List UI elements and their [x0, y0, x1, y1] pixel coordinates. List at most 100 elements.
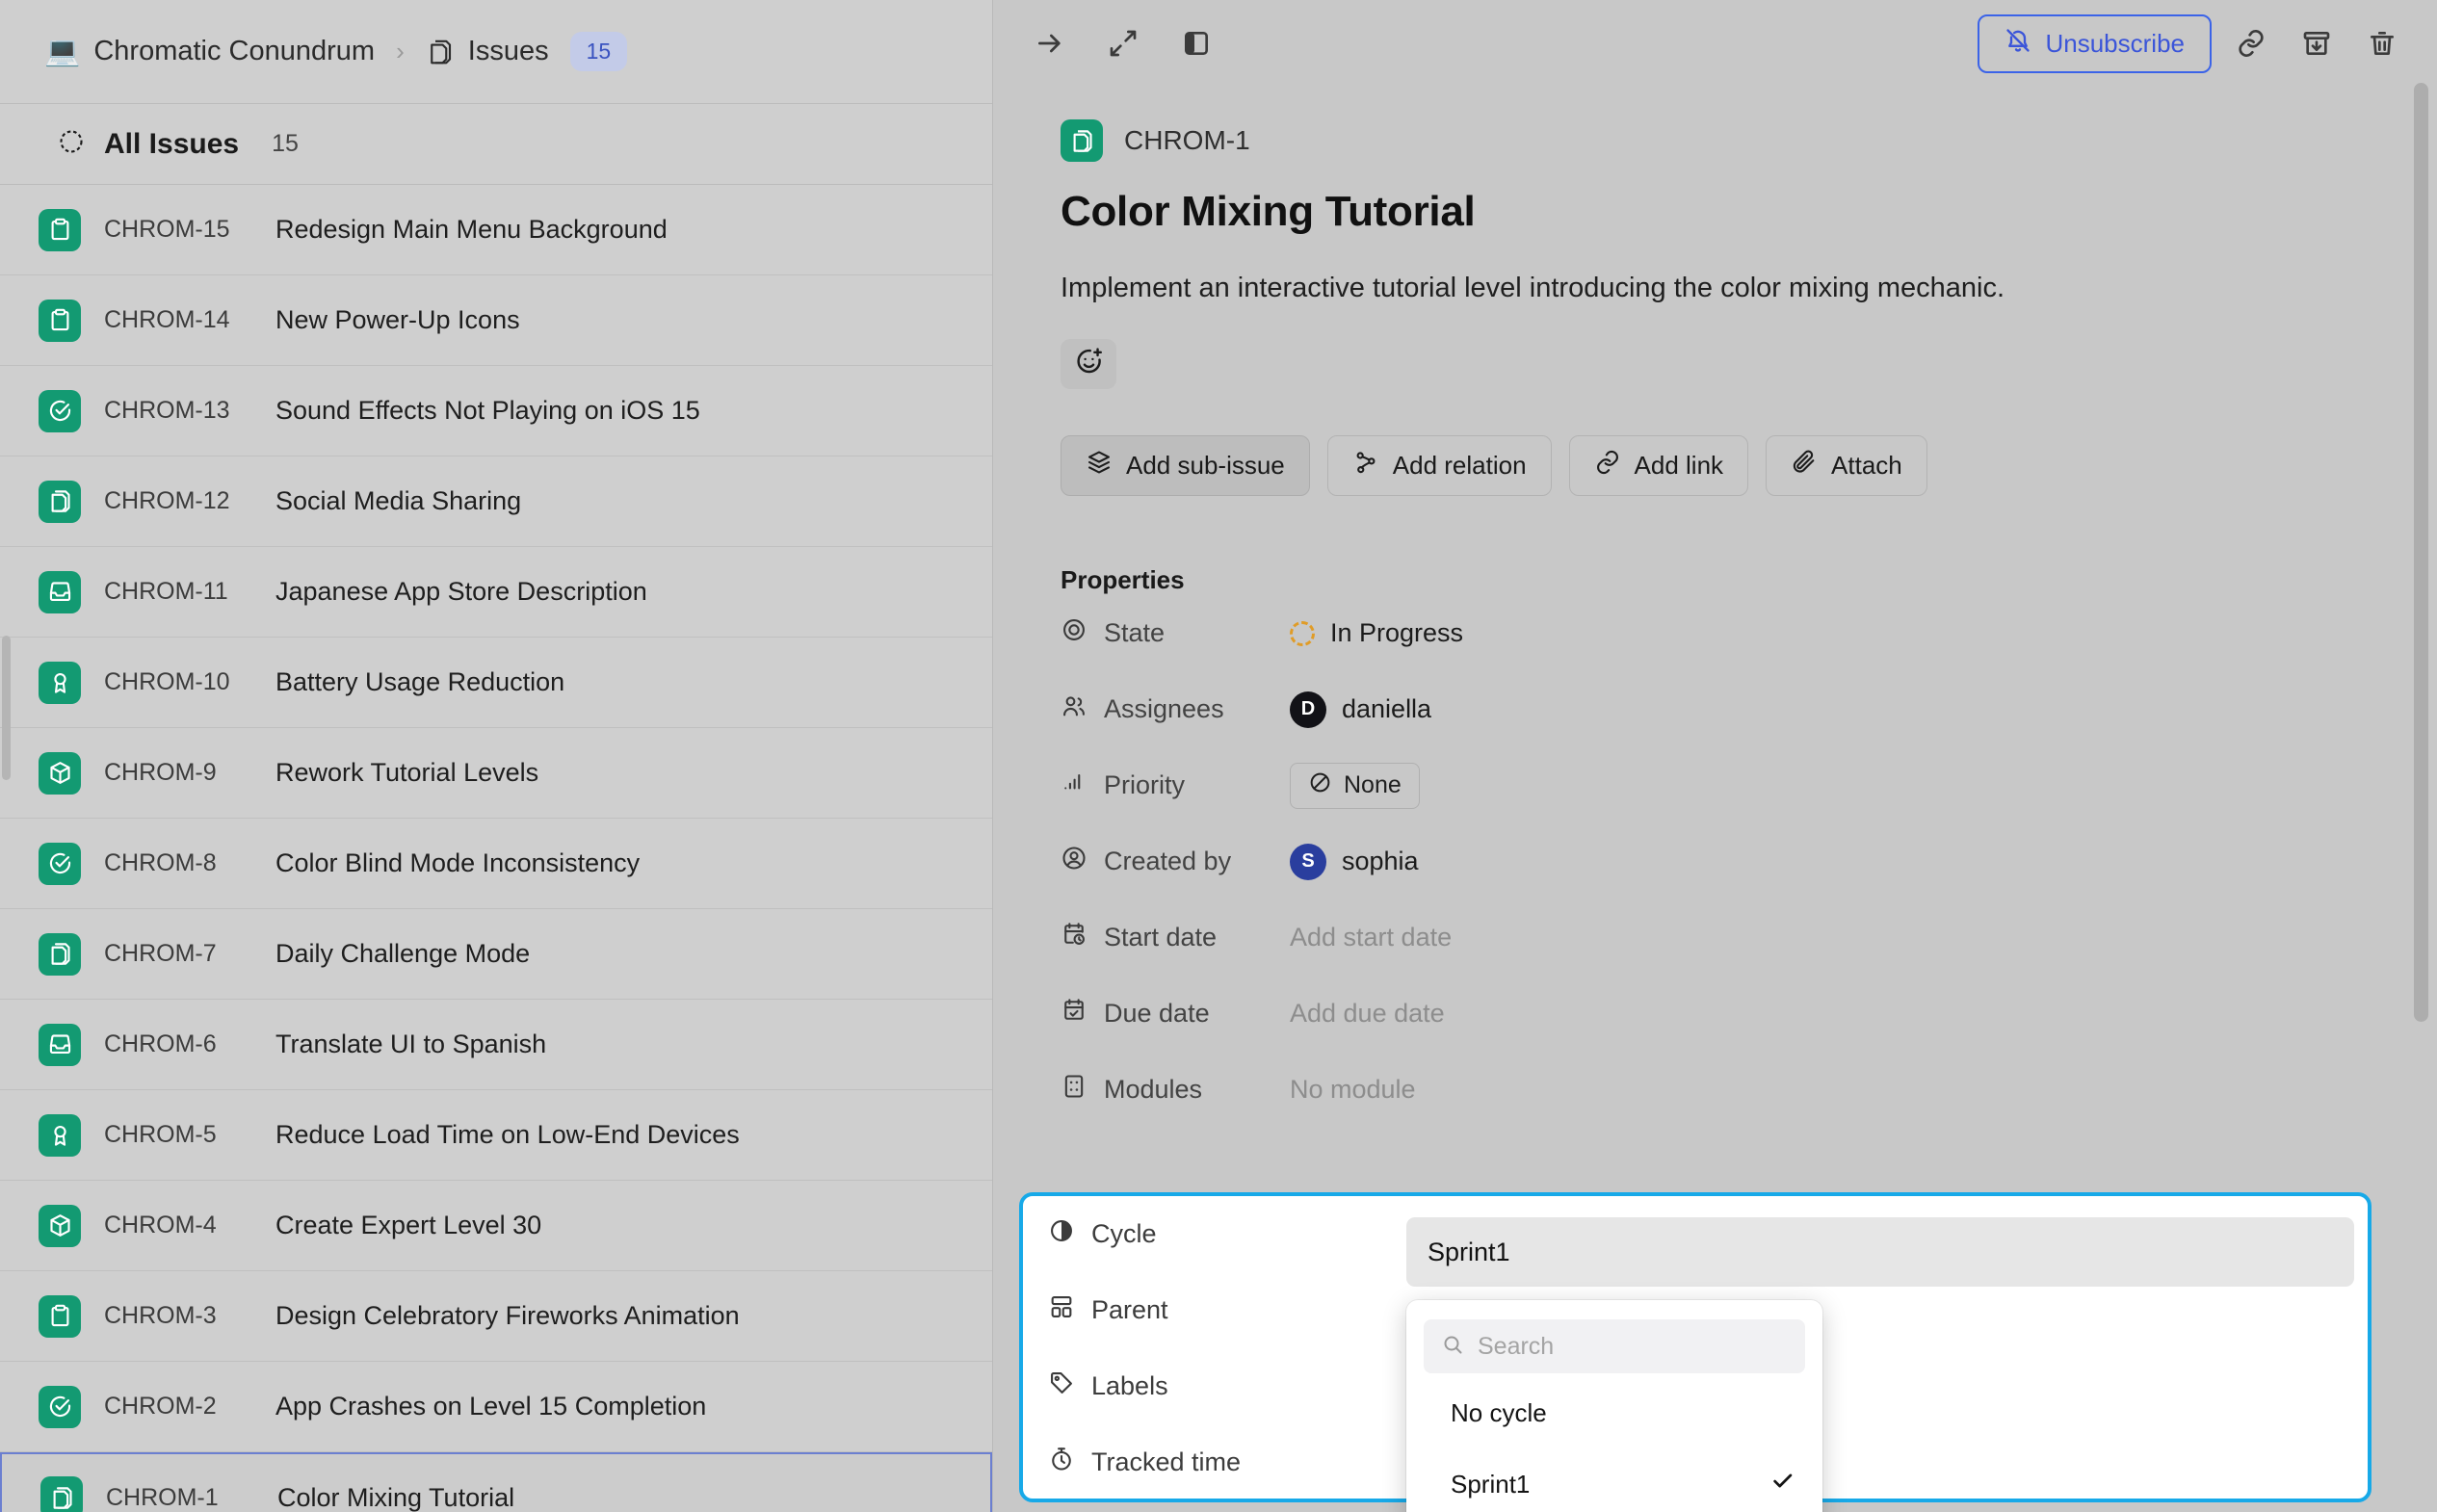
created by-value[interactable]: Ssophia: [1290, 843, 1419, 880]
issue-rows-container: CHROM-15 Redesign Main Menu Background CHR…: [0, 185, 992, 1512]
list-item[interactable]: CHROM-4 Create Expert Level 30: [0, 1181, 992, 1271]
issue-key: CHROM-9: [104, 759, 217, 786]
list-item[interactable]: CHROM-12 Social Media Sharing: [0, 456, 992, 547]
user-name: daniella: [1342, 694, 1432, 723]
issue-title: Reduce Load Time on Low-End Devices: [275, 1120, 740, 1149]
badge-icon: [39, 1113, 81, 1157]
property-label: Due date: [1061, 997, 1290, 1030]
issue-action-buttons: Add sub-issue Add relation Add link Attach: [1061, 435, 2370, 496]
action-label: Add link: [1634, 451, 1724, 480]
cycle-icon: [1048, 1217, 1075, 1251]
list-item[interactable]: CHROM-7 Daily Challenge Mode: [0, 909, 992, 1000]
issue-title: Sound Effects Not Playing on iOS 15: [275, 396, 700, 425]
parent-icon: [1048, 1293, 1075, 1327]
tag-icon: [1048, 1369, 1075, 1403]
search-input[interactable]: [1478, 1332, 1788, 1361]
signal-icon: [1061, 769, 1087, 802]
calendar-clock-icon: [1061, 921, 1087, 954]
add-relation-button[interactable]: Add relation: [1326, 435, 1552, 496]
side-panel-icon[interactable]: [1170, 17, 1222, 69]
priority-none-pill[interactable]: None: [1290, 762, 1420, 809]
breadcrumb-project[interactable]: 💻 Chromatic Conundrum: [44, 36, 375, 67]
property-row-priority: Priority None: [1061, 747, 2370, 823]
layers-icon: [39, 932, 81, 976]
cycle-value-label: Sprint1: [1428, 1237, 1510, 1266]
detail-scrollbar[interactable]: [2414, 83, 2428, 1022]
state-label: In Progress: [1330, 618, 1464, 647]
issue-title: Create Expert Level 30: [275, 1211, 542, 1239]
add-reaction-button[interactable]: [1061, 339, 1116, 389]
list-item[interactable]: CHROM-8 Color Blind Mode Inconsistency: [0, 819, 992, 909]
issue-key: CHROM-11: [104, 578, 228, 605]
list-item[interactable]: CHROM-10 Battery Usage Reduction: [0, 638, 992, 728]
in-progress-icon: [1290, 620, 1315, 646]
unsubscribe-label: Unsubscribe: [2045, 28, 2185, 58]
avatar: S: [1290, 843, 1326, 880]
property-label-text: Cycle: [1091, 1219, 1157, 1248]
all-issues-header[interactable]: All Issues 15: [0, 104, 992, 185]
assignees-value[interactable]: Ddaniella: [1290, 691, 1431, 728]
property-label-text: Tracked time: [1091, 1447, 1242, 1476]
breadcrumb-issues[interactable]: Issues: [426, 36, 549, 67]
property-row-state: State In Progress: [1061, 595, 2370, 671]
list-item[interactable]: CHROM-14 New Power-Up Icons: [0, 275, 992, 366]
start-date-value[interactable]: Add start date: [1290, 923, 1452, 952]
paperclip-icon: [1791, 449, 1818, 482]
search-field[interactable]: [1424, 1319, 1805, 1373]
inbox-icon: [39, 1023, 81, 1066]
due-date-value[interactable]: Add due date: [1290, 999, 1445, 1029]
link-icon: [1594, 449, 1621, 482]
priority-label: None: [1344, 771, 1402, 798]
issue-key: CHROM-8: [104, 849, 217, 876]
state-value[interactable]: In Progress: [1290, 618, 1463, 648]
unsubscribe-button[interactable]: Unsubscribe: [1978, 13, 2212, 73]
list-item[interactable]: CHROM-9 Rework Tutorial Levels: [0, 728, 992, 819]
issue-key: CHROM-7: [104, 940, 217, 967]
list-item[interactable]: CHROM-2 App Crashes on Level 15 Completio…: [0, 1362, 992, 1452]
add-link-button[interactable]: Add link: [1568, 435, 1749, 496]
cycle-option-sprint1[interactable]: Sprint1: [1424, 1452, 1805, 1512]
property-row-start-date: Start date Add start date: [1061, 899, 2370, 976]
list-item[interactable]: CHROM-5 Reduce Load Time on Low-End Devic…: [0, 1090, 992, 1181]
issue-key: CHROM-12: [104, 487, 230, 514]
priority-value[interactable]: None: [1290, 762, 1420, 809]
issue-key: CHROM-10: [104, 668, 230, 695]
property-label: Tracked time: [1048, 1446, 1277, 1479]
cycle-value-button[interactable]: Sprint1: [1406, 1217, 2354, 1287]
list-item[interactable]: CHROM-1 Color Mixing Tutorial: [0, 1452, 992, 1512]
attach-button[interactable]: Attach: [1766, 435, 1927, 496]
modules-value[interactable]: No module: [1290, 1075, 1416, 1105]
property-label-text: Start date: [1104, 923, 1218, 952]
target-icon: [1061, 616, 1087, 650]
list-item[interactable]: CHROM-15 Redesign Main Menu Background: [0, 185, 992, 275]
archive-icon[interactable]: [2291, 17, 2343, 69]
issue-title: Color Blind Mode Inconsistency: [275, 848, 641, 877]
breadcrumb-issues-label: Issues: [467, 36, 549, 66]
list-item[interactable]: CHROM-11 Japanese App Store Description: [0, 547, 992, 638]
link-icon[interactable]: [2225, 17, 2277, 69]
cycle-option-no-cycle[interactable]: No cycle: [1424, 1381, 1805, 1445]
list-item[interactable]: CHROM-13 Sound Effects Not Playing on iOS…: [0, 366, 992, 456]
property-label: Parent: [1048, 1293, 1277, 1327]
arrow-right-icon[interactable]: [1024, 17, 1076, 69]
placeholder-label: No module: [1290, 1075, 1416, 1104]
action-label: Attach: [1831, 451, 1902, 480]
layers-icon: [40, 1476, 83, 1512]
add-sub-issue-button[interactable]: Add sub-issue: [1061, 435, 1310, 496]
list-item[interactable]: CHROM-6 Translate UI to Spanish: [0, 1000, 992, 1090]
trash-icon[interactable]: [2356, 17, 2408, 69]
page-title: Color Mixing Tutorial: [1061, 188, 1476, 235]
calendar-check-icon: [1061, 997, 1087, 1030]
issue-key: CHROM-6: [104, 1030, 217, 1057]
issue-key: CHROM-5: [104, 1121, 217, 1148]
issue-list-scrollbar[interactable]: [2, 636, 11, 780]
issue-title: Social Media Sharing: [275, 486, 522, 515]
property-label-text: Created by: [1104, 847, 1232, 875]
expand-diagonal-icon[interactable]: [1097, 17, 1149, 69]
box-icon: [39, 751, 81, 795]
issue-title: App Crashes on Level 15 Completion: [275, 1392, 707, 1421]
list-item[interactable]: CHROM-3 Design Celebratory Fireworks Anim…: [0, 1271, 992, 1362]
issue-title: Japanese App Store Description: [275, 577, 647, 606]
stopwatch-icon: [1048, 1446, 1075, 1479]
inbox-icon: [39, 570, 81, 613]
